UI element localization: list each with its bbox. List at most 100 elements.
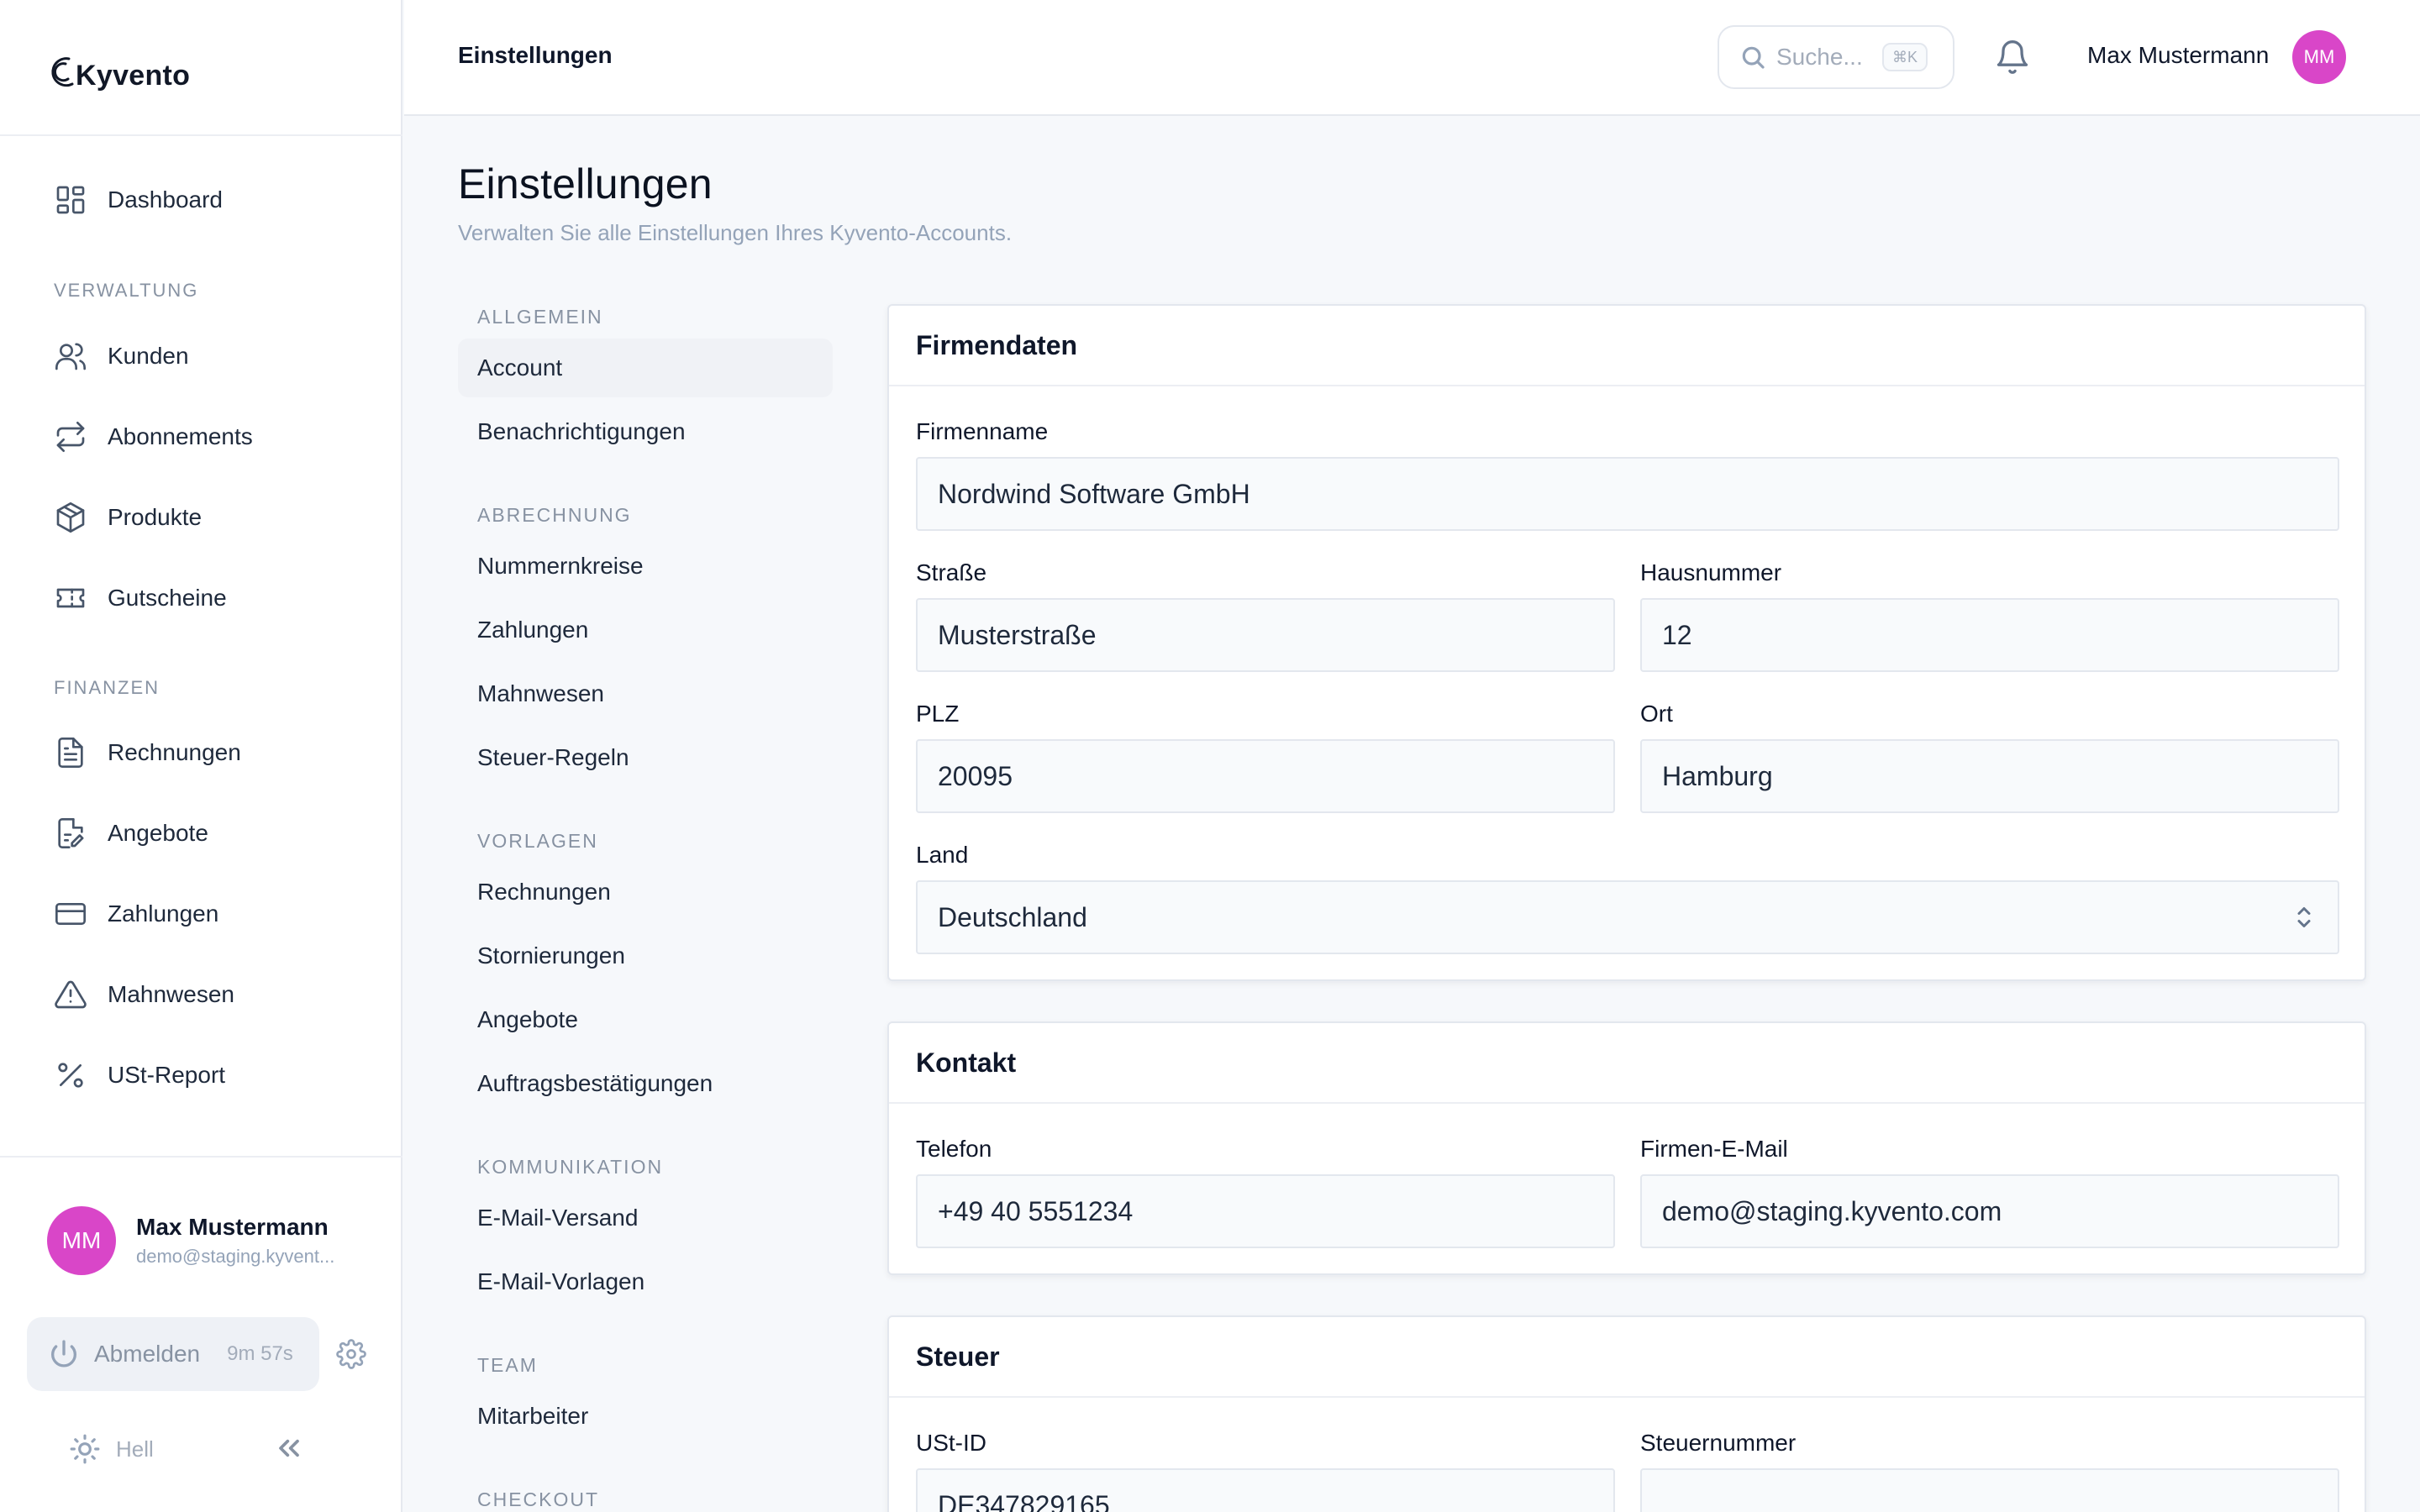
power-icon bbox=[51, 1340, 76, 1368]
sidebar-item-zahlungen[interactable]: Zahlungen bbox=[54, 890, 373, 937]
settings-item-mahnwesen[interactable]: Mahnwesen bbox=[458, 664, 833, 723]
settings-section-checkout: CHECKOUT bbox=[477, 1488, 600, 1510]
settings-item-email-vorlagen[interactable]: E-Mail-Vorlagen bbox=[458, 1252, 833, 1311]
bell-icon bbox=[1996, 40, 2028, 74]
alert-triangle-icon bbox=[55, 980, 87, 1009]
hausnummer-label: Hausnummer bbox=[1640, 559, 1782, 585]
sidebar-item-gutscheine[interactable]: Gutscheine bbox=[54, 575, 373, 622]
settings-item-account[interactable]: Account bbox=[458, 339, 833, 397]
card-title: Kontakt bbox=[889, 1023, 2365, 1104]
settings-item-angebote[interactable]: Angebote bbox=[458, 990, 833, 1049]
logout-label: Abmelden bbox=[94, 1341, 201, 1367]
collapse-sidebar-button[interactable] bbox=[272, 1431, 306, 1465]
firmen-email-label: Firmen-E-Mail bbox=[1640, 1136, 1788, 1162]
sidebar-divider bbox=[0, 1156, 402, 1158]
telefon-field[interactable]: +49 40 5551234 bbox=[916, 1174, 1615, 1248]
settings-section-vorlagen: VORLAGEN bbox=[477, 830, 598, 852]
card-steuer: Steuer USt-ID DE347829165 Steuernummer bbox=[887, 1315, 2366, 1512]
user-email: demo@staging.kyvent... bbox=[136, 1246, 335, 1267]
settings-item-benachrichtigungen[interactable]: Benachrichtigungen bbox=[458, 402, 833, 461]
ort-field[interactable]: Hamburg bbox=[1640, 739, 2339, 813]
sidebar-item-label: Kunden bbox=[108, 343, 189, 369]
settings-item-nummernkreise[interactable]: Nummernkreise bbox=[458, 537, 833, 596]
sidebar-item-label: Gutscheine bbox=[108, 585, 227, 611]
strasse-label: Straße bbox=[916, 559, 987, 585]
sidebar-item-label: Produkte bbox=[108, 504, 203, 530]
settings-item-rechnungen[interactable]: Rechnungen bbox=[458, 863, 833, 921]
steuernummer-label: Steuernummer bbox=[1640, 1430, 1797, 1456]
sidebar-item-label: USt-Report bbox=[108, 1062, 226, 1088]
dashboard-icon bbox=[56, 186, 85, 214]
sidebar-item-kunden[interactable]: Kunden bbox=[54, 333, 373, 380]
sidebar-item-label: Angebote bbox=[108, 820, 208, 846]
ort-label: Ort bbox=[1640, 701, 1673, 727]
repeat-icon bbox=[56, 422, 85, 452]
sidebar-item-abonnements[interactable]: Abonnements bbox=[54, 413, 373, 460]
card-kontakt: Kontakt Telefon +49 40 5551234 Firmen-E-… bbox=[887, 1021, 2366, 1275]
settings-section-team: TEAM bbox=[477, 1354, 538, 1376]
firmenname-field[interactable]: Nordwind Software GmbH bbox=[916, 457, 2339, 531]
sidebar-item-angebote[interactable]: Angebote bbox=[54, 810, 373, 857]
topbar-user-name[interactable]: Max Mustermann bbox=[2087, 42, 2269, 69]
sidebar-item-label: Zahlungen bbox=[108, 900, 219, 927]
steuernummer-field[interactable] bbox=[1640, 1468, 2339, 1512]
page-subtitle: Verwalten Sie alle Einstellungen Ihres K… bbox=[458, 220, 1013, 245]
sidebar-item-dashboard[interactable]: Dashboard bbox=[54, 176, 373, 223]
sidebar-item-produkte[interactable]: Produkte bbox=[54, 494, 373, 541]
page-title: Einstellungen bbox=[458, 160, 713, 207]
sidebar-item-rechnungen[interactable]: Rechnungen bbox=[54, 729, 373, 776]
sun-icon bbox=[70, 1434, 100, 1464]
ust-id-label: USt-ID bbox=[916, 1430, 986, 1456]
settings-item-mitarbeiter[interactable]: Mitarbeiter bbox=[458, 1387, 833, 1446]
card-firmendaten: Firmendaten Firmenname Nordwind Software… bbox=[887, 304, 2366, 981]
sidebar: Kyvento Dashboard VERWALTUNG Kunden Abon… bbox=[0, 0, 402, 1512]
search-box[interactable]: ⌘K bbox=[1718, 25, 1954, 89]
sidebar-item-label: Abonnements bbox=[108, 423, 253, 449]
session-timer: 9m 57s bbox=[227, 1342, 293, 1365]
settings-button[interactable] bbox=[336, 1339, 366, 1369]
sidebar-item-ust-report[interactable]: USt-Report bbox=[54, 1052, 373, 1099]
strasse-field[interactable]: Musterstraße bbox=[916, 598, 1615, 672]
users-icon bbox=[55, 343, 87, 370]
theme-toggle[interactable]: Hell bbox=[69, 1433, 154, 1465]
chevron-up-down-icon bbox=[2289, 902, 2319, 932]
theme-label: Hell bbox=[116, 1436, 154, 1462]
sidebar-divider bbox=[0, 134, 402, 136]
notifications-button[interactable] bbox=[1994, 39, 2031, 76]
file-text-icon bbox=[58, 738, 83, 768]
sidebar-item-label: Mahnwesen bbox=[108, 981, 234, 1007]
sidebar-section-verwaltung: VERWALTUNG bbox=[54, 280, 199, 301]
settings-section-kommunikation: KOMMUNIKATION bbox=[477, 1156, 664, 1178]
ust-id-field[interactable]: DE347829165 bbox=[916, 1468, 1615, 1512]
hausnummer-field[interactable]: 12 bbox=[1640, 598, 2339, 672]
settings-item-steuer-regeln[interactable]: Steuer-Regeln bbox=[458, 728, 833, 787]
settings-item-stornierungen[interactable]: Stornierungen bbox=[458, 927, 833, 985]
chevrons-left-icon bbox=[279, 1439, 299, 1457]
firmenname-label: Firmenname bbox=[916, 418, 1049, 444]
credit-card-icon bbox=[55, 903, 86, 925]
settings-section-abrechnung: ABRECHNUNG bbox=[477, 504, 632, 526]
telefon-label: Telefon bbox=[916, 1136, 992, 1162]
land-select[interactable]: Deutschland bbox=[916, 880, 2339, 954]
sidebar-section-finanzen: FINANZEN bbox=[54, 677, 160, 698]
sidebar-user[interactable]: MM Max Mustermann demo@staging.kyvent... bbox=[47, 1206, 355, 1275]
settings-item-zahlungen[interactable]: Zahlungen bbox=[458, 601, 833, 659]
breadcrumb: Einstellungen bbox=[458, 42, 613, 68]
file-edit-icon bbox=[58, 818, 84, 848]
settings-item-email-versand[interactable]: E-Mail-Versand bbox=[458, 1189, 833, 1247]
avatar[interactable]: MM bbox=[2292, 30, 2346, 84]
topbar: Einstellungen ⌘K Max Mustermann MM bbox=[404, 0, 2420, 116]
app-logo[interactable]: Kyvento bbox=[44, 44, 190, 94]
app-name: Kyvento bbox=[76, 60, 191, 92]
search-shortcut-badge: ⌘K bbox=[1882, 43, 1928, 71]
land-label: Land bbox=[916, 842, 969, 868]
settings-item-auftragsbestaetigungen[interactable]: Auftragsbestätigungen bbox=[458, 1054, 833, 1113]
sidebar-item-mahnwesen[interactable]: Mahnwesen bbox=[54, 971, 373, 1018]
card-title: Steuer bbox=[889, 1317, 2365, 1398]
firmen-email-field[interactable]: demo@staging.kyvento.com bbox=[1640, 1174, 2339, 1248]
plz-field[interactable]: 20095 bbox=[916, 739, 1615, 813]
search-input[interactable] bbox=[1776, 44, 1882, 71]
logout-button[interactable]: Abmelden 9m 57s bbox=[27, 1317, 319, 1391]
search-icon bbox=[1742, 46, 1765, 69]
percent-icon bbox=[58, 1063, 83, 1088]
